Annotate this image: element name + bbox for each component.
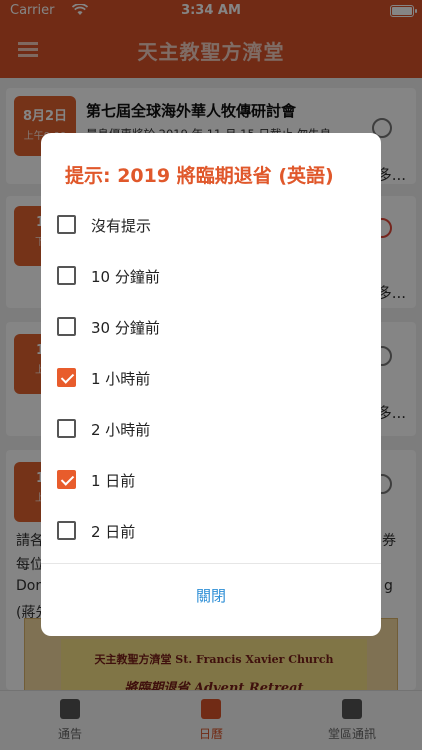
reminder-option-2days[interactable]: 2 日前 [57,513,357,553]
checkbox[interactable] [57,419,76,438]
checkbox[interactable] [57,266,76,285]
reminder-option-30min[interactable]: 30 分鐘前 [57,309,357,349]
option-label: 10 分鐘前 [91,268,160,286]
option-label: 1 日前 [91,472,136,490]
checkbox-checked[interactable] [57,470,76,489]
option-label: 2 日前 [91,523,136,541]
checkbox[interactable] [57,317,76,336]
option-label: 沒有提示 [91,217,152,235]
reminder-option-1day[interactable]: 1 日前 [57,462,357,502]
dialog-title: 提示: 2019 將臨期退省 (英語) [65,165,334,187]
close-button[interactable]: 關閉 [41,585,381,606]
checkbox-checked[interactable] [57,368,76,387]
option-label: 30 分鐘前 [91,319,160,337]
reminder-option-1hour[interactable]: 1 小時前 [57,360,357,400]
reminder-option-10min[interactable]: 10 分鐘前 [57,258,357,298]
checkbox[interactable] [57,521,76,540]
divider [41,563,381,564]
reminder-dialog: 提示: 2019 將臨期退省 (英語) 沒有提示 10 分鐘前 30 分鐘前 1… [41,133,381,636]
reminder-option-none[interactable]: 沒有提示 [57,207,357,247]
reminder-option-2hours[interactable]: 2 小時前 [57,411,357,451]
option-label: 1 小時前 [91,370,151,388]
option-label: 2 小時前 [91,421,151,439]
checkbox[interactable] [57,215,76,234]
